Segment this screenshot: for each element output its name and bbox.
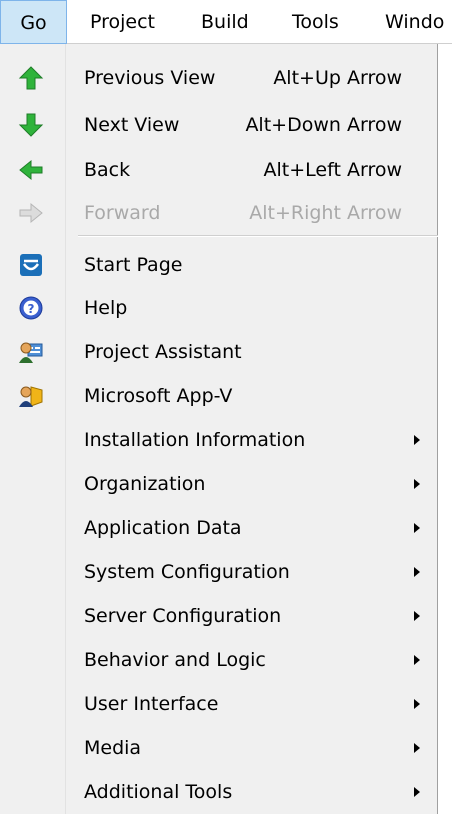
menu-item-label: Next View [84, 114, 180, 136]
menu-item-forward[interactable]: Forward Alt+Right Arrow [0, 192, 438, 235]
project-assistant-icon [19, 342, 43, 363]
menu-bar: Go Project Build Tools Windo [0, 0, 452, 44]
go-dropdown-menu: Previous View Alt+Up Arrow Next View Alt… [0, 44, 438, 814]
menu-item-media[interactable]: Media [0, 727, 438, 770]
right-arrow-icon [19, 202, 43, 224]
submenu-arrow-icon [414, 523, 420, 533]
menu-item-system-configuration[interactable]: System Configuration [0, 551, 438, 594]
menu-item-user-interface[interactable]: User Interface [0, 683, 438, 726]
menu-item-label: Application Data [84, 517, 242, 539]
menu-item-previous-view[interactable]: Previous View Alt+Up Arrow [0, 57, 438, 100]
menu-item-behavior-and-logic[interactable]: Behavior and Logic [0, 639, 438, 682]
menu-item-label: Media [84, 737, 142, 759]
menu-item-start-page[interactable]: Start Page [0, 244, 438, 287]
menu-tools[interactable]: Tools [292, 0, 339, 44]
menu-item-label: User Interface [84, 693, 219, 715]
menu-item-additional-tools[interactable]: Additional Tools [0, 771, 438, 814]
background-window-edge [438, 44, 452, 814]
menu-item-project-assistant[interactable]: Project Assistant [0, 331, 438, 374]
menu-item-organization[interactable]: Organization [0, 463, 438, 506]
menu-item-label: Microsoft App-V [84, 385, 233, 407]
menu-item-help[interactable]: ? Help [0, 287, 438, 330]
submenu-arrow-icon [414, 611, 420, 621]
menu-item-label: Forward [84, 202, 161, 224]
menu-item-label: Back [84, 159, 131, 181]
menu-item-label: Installation Information [84, 429, 306, 451]
menu-item-shortcut: Alt+Left Arrow [263, 159, 402, 181]
menu-item-shortcut: Alt+Down Arrow [245, 114, 402, 136]
menu-item-application-data[interactable]: Application Data [0, 507, 438, 550]
menu-item-label: Server Configuration [84, 605, 282, 627]
svg-text:?: ? [28, 302, 35, 316]
submenu-arrow-icon [414, 655, 420, 665]
submenu-arrow-icon [414, 787, 420, 797]
menu-item-shortcut: Alt+Up Arrow [273, 67, 402, 89]
menu-item-label: Additional Tools [84, 781, 233, 803]
submenu-arrow-icon [414, 699, 420, 709]
help-icon: ? [19, 296, 43, 320]
menu-build[interactable]: Build [201, 0, 249, 44]
app-v-icon [19, 386, 43, 407]
menu-item-next-view[interactable]: Next View Alt+Down Arrow [0, 104, 438, 147]
menu-item-label: Project Assistant [84, 341, 242, 363]
menu-item-label: Start Page [84, 254, 183, 276]
menu-item-label: System Configuration [84, 561, 290, 583]
menu-item-installation-information[interactable]: Installation Information [0, 419, 438, 462]
submenu-arrow-icon [414, 743, 420, 753]
menu-window[interactable]: Windo [385, 0, 444, 44]
left-arrow-icon [19, 159, 43, 181]
down-arrow-icon [18, 113, 44, 137]
menu-separator [78, 235, 438, 237]
submenu-arrow-icon [414, 567, 420, 577]
submenu-arrow-icon [414, 479, 420, 489]
menu-item-shortcut: Alt+Right Arrow [249, 202, 402, 224]
menu-item-label: Help [84, 297, 128, 319]
menu-project[interactable]: Project [90, 0, 155, 44]
start-page-icon [20, 254, 42, 276]
menu-item-server-configuration[interactable]: Server Configuration [0, 595, 438, 638]
submenu-arrow-icon [414, 435, 420, 445]
menu-go[interactable]: Go [0, 0, 67, 44]
menu-item-label: Organization [84, 473, 206, 495]
up-arrow-icon [18, 66, 44, 90]
menu-item-label: Previous View [84, 67, 216, 89]
menu-item-back[interactable]: Back Alt+Left Arrow [0, 149, 438, 192]
menu-item-label: Behavior and Logic [84, 649, 266, 671]
menu-item-microsoft-app-v[interactable]: Microsoft App-V [0, 375, 438, 418]
